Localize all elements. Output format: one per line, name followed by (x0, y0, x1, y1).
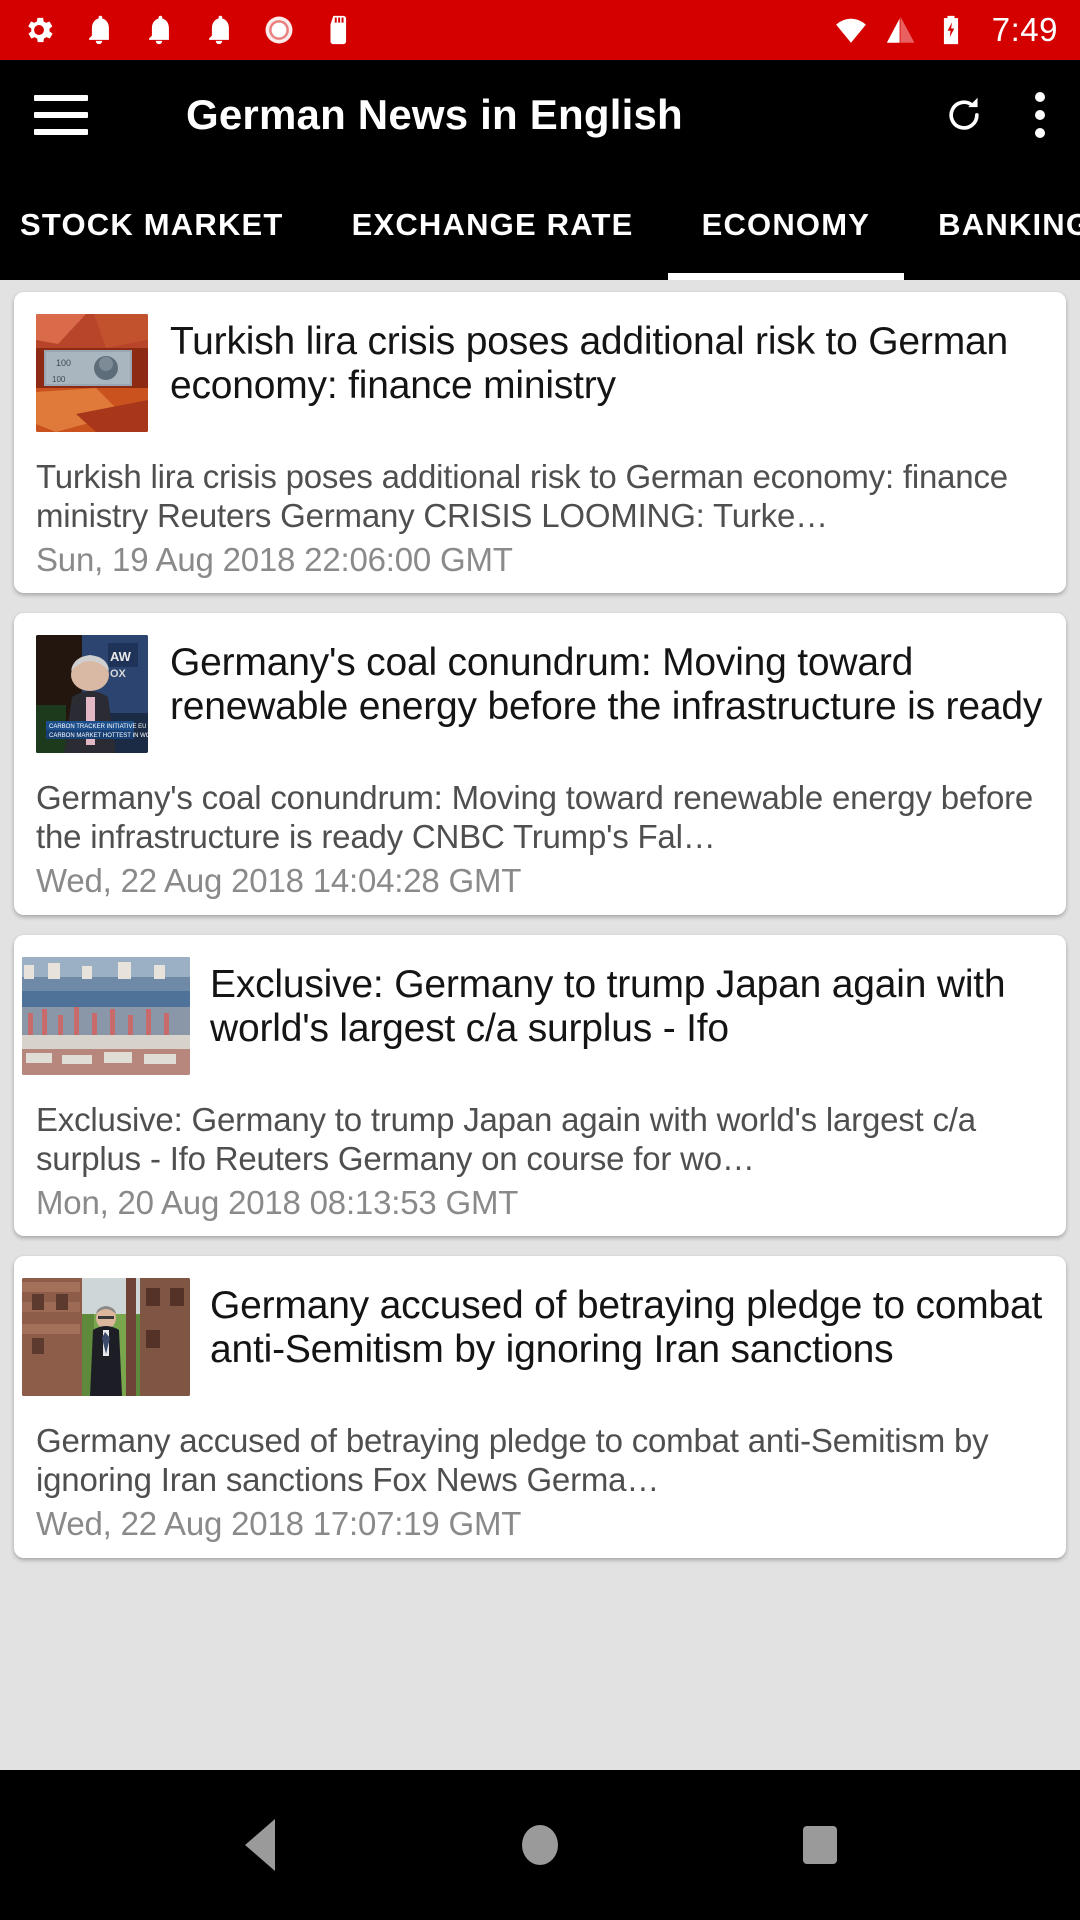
news-description: Germany accused of betraying pledge to c… (36, 1422, 989, 1499)
news-description: Turkish lira crisis poses additional ris… (36, 458, 1008, 534)
news-card-header: Germany accused of betraying pledge to c… (22, 1278, 1044, 1397)
page-title: German News in English (186, 91, 683, 138)
news-card-header: 100 100 Turkish lira crisis poses additi… (36, 314, 1044, 432)
recents-square-icon[interactable] (775, 1800, 865, 1890)
svg-text:CARBON MARKET HOTTEST IN WORLD: CARBON MARKET HOTTEST IN WORLD (49, 733, 148, 739)
news-date: Sun, 19 Aug 2018 22:06:00 GMT (36, 540, 513, 578)
status-bar-notification-icons (22, 13, 356, 47)
news-list[interactable]: 100 100 Turkish lira crisis poses additi… (0, 280, 1080, 1770)
svg-text:100: 100 (56, 358, 71, 368)
notification-bell-icon (149, 15, 169, 45)
svg-text:AW: AW (110, 649, 132, 664)
news-card-header: AW OX CARBON TRACKER INITIATIVE EU CARBO… (36, 635, 1044, 754)
tab-economy[interactable]: ECONOMY (667, 170, 905, 280)
turkish-lira-banknotes-thumbnail: 100 100 (36, 314, 148, 432)
battery-charging-icon (943, 15, 958, 45)
news-date: Mon, 20 Aug 2018 08:13:53 GMT (36, 1183, 519, 1221)
sd-card-icon (330, 15, 347, 45)
category-tab-bar[interactable]: STOCK MARKET EXCHANGE RATE ECONOMY BANKI… (0, 170, 1080, 280)
notification-bell-icon (209, 15, 229, 45)
news-title: Turkish lira crisis poses additional ris… (170, 320, 1008, 407)
android-navigation-bar (0, 1770, 1080, 1920)
settings-gear-icon (28, 17, 53, 43)
wifi-icon (835, 18, 866, 43)
svg-text:OX: OX (110, 668, 127, 680)
phone-screen: 7:49 German News in English STOCK MARKET… (0, 0, 1080, 1920)
hamburg-port-aerial-thumbnail (22, 956, 190, 1075)
alarm-clock-icon (265, 16, 293, 44)
tab-stock-market[interactable]: STOCK MARKET (0, 170, 318, 280)
news-title: Exclusive: Germany to trump Japan again … (210, 962, 1006, 1050)
news-description: Germany's coal conundrum: Moving toward … (36, 779, 1034, 856)
home-circle-icon[interactable] (495, 1800, 585, 1890)
svg-text:CARBON TRACKER INITIATIVE EU: CARBON TRACKER INITIATIVE EU (49, 724, 146, 730)
news-date: Wed, 22 Aug 2018 17:07:19 GMT (36, 1505, 522, 1543)
news-card[interactable]: Germany accused of betraying pledge to c… (14, 1256, 1066, 1558)
back-triangle-icon[interactable] (215, 1800, 305, 1890)
cellular-signal-icon (886, 16, 915, 43)
news-date: Wed, 22 Aug 2018 14:04:28 GMT (36, 862, 522, 900)
news-card[interactable]: 100 100 Turkish lira crisis poses additi… (14, 292, 1066, 594)
app-bar-actions (942, 92, 1046, 138)
tab-exchange-rate[interactable]: EXCHANGE RATE (318, 170, 668, 280)
status-bar-clock: 7:49 (991, 11, 1058, 48)
tab-banking[interactable]: BANKING (904, 170, 1080, 280)
hamburger-menu-icon[interactable] (34, 95, 88, 135)
man-walking-memorial-thumbnail (22, 1278, 190, 1397)
refresh-icon[interactable] (942, 93, 986, 137)
notification-bell-icon (89, 15, 109, 45)
news-card-header: Exclusive: Germany to trump Japan again … (22, 956, 1044, 1075)
news-card[interactable]: AW OX CARBON TRACKER INITIATIVE EU CARBO… (14, 613, 1066, 915)
app-bar: German News in English (0, 60, 1080, 170)
svg-text:100: 100 (52, 375, 66, 384)
status-bar: 7:49 (0, 0, 1080, 60)
tv-interview-coal-thumbnail: AW OX CARBON TRACKER INITIATIVE EU CARBO… (36, 635, 148, 754)
news-title: Germany's coal conundrum: Moving toward … (170, 641, 1043, 729)
more-vertical-icon[interactable] (1034, 92, 1046, 138)
status-bar-system-icons: 7:49 (834, 11, 1058, 49)
news-card[interactable]: Exclusive: Germany to trump Japan again … (14, 934, 1066, 1237)
news-description: Exclusive: Germany to trump Japan again … (36, 1100, 976, 1177)
news-title: Germany accused of betraying pledge to c… (210, 1284, 1043, 1372)
